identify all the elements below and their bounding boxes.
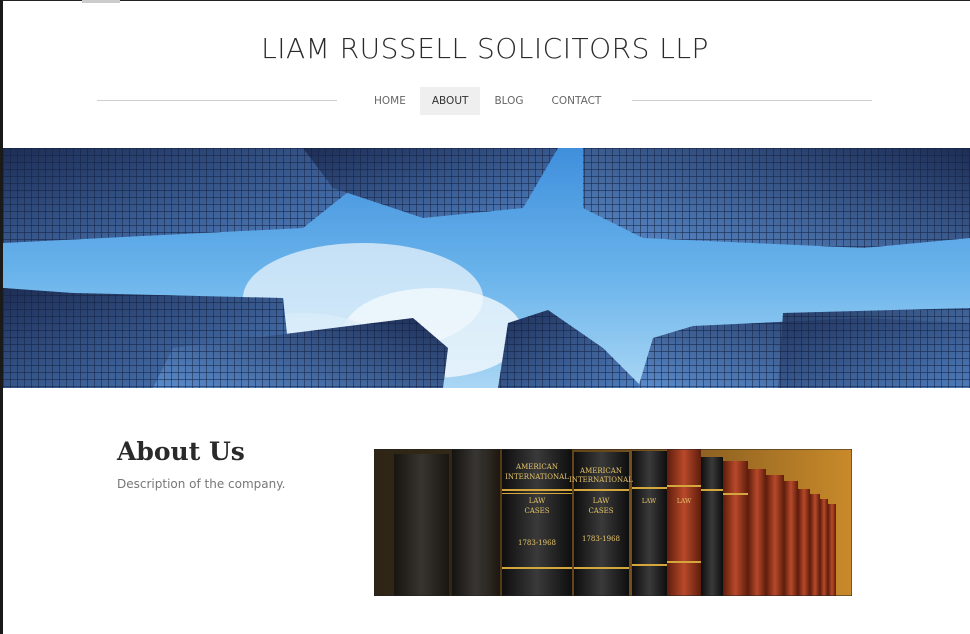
svg-text:LAW: LAW <box>593 497 610 505</box>
svg-text:LAW: LAW <box>642 498 657 505</box>
svg-text:1783-1968: 1783-1968 <box>518 539 556 547</box>
nav-item-home[interactable]: HOME <box>360 87 420 115</box>
window-tab-handle <box>82 0 120 3</box>
svg-text:AMERICAN: AMERICAN <box>579 467 622 475</box>
law-books-image: AMERICAN INTERNATIONAL LAW CASES 1783-19… <box>374 449 852 596</box>
about-description: Description of the company. <box>117 477 286 491</box>
svg-text:LAW: LAW <box>529 497 546 505</box>
svg-text:LAW: LAW <box>677 498 692 505</box>
nav-divider-left <box>97 100 337 101</box>
window-top-border <box>0 0 970 1</box>
nav-item-blog[interactable]: BLOG <box>480 87 537 115</box>
nav-divider-right <box>632 100 872 101</box>
main-nav: HOME ABOUT BLOG CONTACT <box>360 87 615 115</box>
svg-text:INTERNATIONAL: INTERNATIONAL <box>505 473 569 481</box>
svg-text:AMERICAN: AMERICAN <box>515 463 558 471</box>
hero-image-skyscrapers <box>3 148 970 388</box>
about-heading: About Us <box>117 437 245 466</box>
site-title[interactable]: LIAM RUSSELL SOLICITORS LLP <box>0 32 970 65</box>
svg-text:CASES: CASES <box>588 507 613 515</box>
svg-text:1783-1968: 1783-1968 <box>582 535 620 543</box>
nav-item-contact[interactable]: CONTACT <box>538 87 616 115</box>
svg-text:INTERNATIONAL: INTERNATIONAL <box>569 476 633 484</box>
nav-item-about[interactable]: ABOUT <box>419 87 481 115</box>
svg-text:CASES: CASES <box>524 507 549 515</box>
